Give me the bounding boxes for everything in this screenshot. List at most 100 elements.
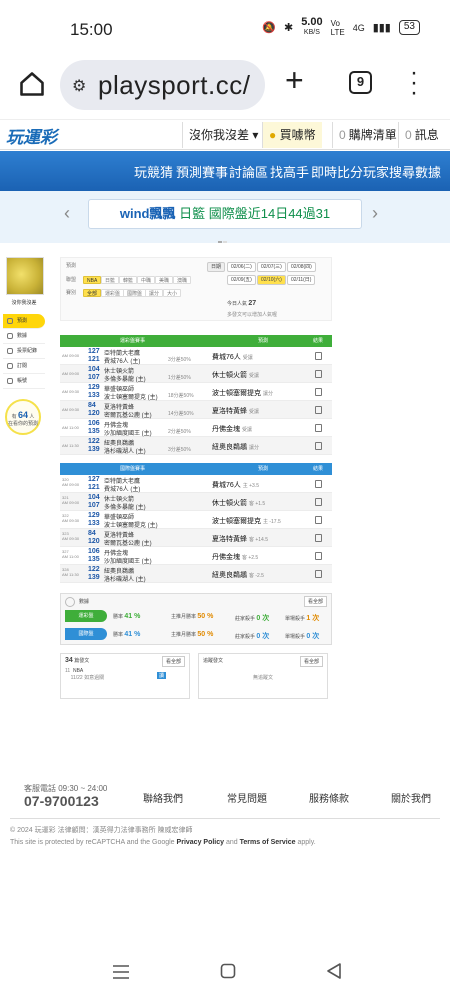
carousel-dots <box>218 231 232 262</box>
league-chip[interactable]: 日籃 <box>101 276 120 284</box>
prediction-pick[interactable]: 費城76人 受讓 <box>212 352 253 362</box>
tab-switcher-button[interactable]: 9 <box>349 71 372 94</box>
support-phone[interactable]: 07-9700123 <box>24 793 99 809</box>
chevron-right-icon[interactable]: › <box>372 203 378 224</box>
avatar[interactable] <box>6 257 44 295</box>
terms-link[interactable]: Terms of Service <box>240 839 296 846</box>
new-tab-icon[interactable]: + <box>285 64 304 96</box>
announcement-box[interactable]: wind飄飄 日籃 國際盤近14日44過31 <box>88 199 362 229</box>
result-icon[interactable] <box>315 570 322 578</box>
home-icon[interactable] <box>18 70 46 98</box>
sidebar-item-predict[interactable]: 預測 <box>3 314 45 329</box>
home-team: 多倫多暴龍 (主) <box>104 377 146 383</box>
team-number: 135 <box>88 428 100 435</box>
pick-side: 主 +3.5 <box>242 483 260 489</box>
prediction-pick[interactable]: 費城76人 主 +3.5 <box>212 480 259 490</box>
prediction-pick[interactable]: 夏洛特黃蜂 客 +14.5 <box>212 534 268 544</box>
date-chip[interactable]: 02/08(四) <box>287 262 316 272</box>
type-chip[interactable]: 運彩盤 <box>101 289 125 297</box>
date-chip[interactable]: 02/09(五) <box>227 275 256 285</box>
league-chip[interactable]: 澳職 <box>173 276 192 284</box>
menu-item[interactable]: 數據 <box>415 162 441 181</box>
result-icon[interactable] <box>315 552 322 560</box>
result-icon[interactable] <box>315 370 322 378</box>
date-chip[interactable]: 02/11(日) <box>287 275 316 285</box>
type-chip[interactable]: 大小 <box>163 289 182 297</box>
user-menu[interactable]: 沒你我沒差 ▾ <box>182 122 264 148</box>
result-icon[interactable] <box>315 388 322 396</box>
menu-dots-icon[interactable]: · · · <box>410 61 418 105</box>
menu-item[interactable]: 玩競猜 <box>134 162 173 181</box>
stats-more-button[interactable]: 看全部 <box>303 596 327 607</box>
team-number: 127 <box>88 476 100 483</box>
main-menu: 玩競猜 預測賽事 討論區 找高手 即時比分 玩家搜尋 數據 <box>0 151 450 191</box>
result-icon[interactable] <box>315 516 322 524</box>
prediction-pick[interactable]: 紐奧良鵜鶘 讓分 <box>212 442 259 452</box>
sidebar-item-vote[interactable]: 投票紀錄 <box>3 344 45 359</box>
prediction-pick[interactable]: 波士頓塞爾提克 主 -17.5 <box>212 516 281 526</box>
chevron-left-icon[interactable]: ‹ <box>64 203 70 224</box>
date-label: 日期 <box>207 262 226 272</box>
league-chip[interactable]: 韓籃 <box>119 276 138 284</box>
sidebar-item-account[interactable]: 帳號 <box>3 374 45 389</box>
footer-link-about[interactable]: 關於我們 <box>391 790 431 805</box>
game-time-text: AM 09:30 <box>62 536 80 541</box>
type-chip[interactable]: 全部 <box>83 289 102 297</box>
menu-item[interactable]: 討論區 <box>229 162 268 181</box>
game-row: 320 AM 09:00 127 121 亞特蘭大老鷹 費城76人 (主) 費城76人 主 … <box>60 475 332 493</box>
site-logo[interactable]: 玩運彩 <box>6 123 58 147</box>
footer-divider <box>10 818 440 819</box>
result-icon[interactable] <box>315 406 322 414</box>
back-icon[interactable] <box>326 963 342 979</box>
result-icon[interactable] <box>315 480 322 488</box>
prediction-pick[interactable]: 紐奧良鵜鶘 客 -2.5 <box>212 570 264 580</box>
footer-link-contact[interactable]: 聯絡我們 <box>143 790 183 805</box>
recents-icon[interactable] <box>112 964 130 980</box>
prediction-pick[interactable]: 丹佛金塊 客 +2.5 <box>212 552 258 562</box>
post-item[interactable]: 11 NBA 11/22 如意過關 讀 <box>65 668 185 682</box>
league-chip[interactable]: NBA <box>83 276 102 284</box>
sidebar-item-subscribe[interactable]: 訂閱 <box>3 359 45 374</box>
result-icon[interactable] <box>315 442 322 450</box>
result-icon[interactable] <box>315 534 322 542</box>
prediction-pick[interactable]: 休士頓火箭 客 +1.5 <box>212 498 265 508</box>
buy-coin-button[interactable]: ● 買噱幣 <box>262 122 322 148</box>
result-icon[interactable] <box>315 498 322 506</box>
prediction-pick[interactable]: 休士頓火箭 受讓 <box>212 370 259 380</box>
message-link[interactable]: 0 訊息 <box>398 122 445 148</box>
game-row: 328 AM 11:30 122 139 紐奧良鵜鶘 洛杉磯湖人 (主) 紐奧良鵜鶘 客 -… <box>60 565 332 583</box>
result-icon[interactable] <box>315 352 322 360</box>
site-settings-icon[interactable]: ⚙ <box>72 76 86 96</box>
menu-item[interactable]: 玩家搜尋 <box>363 162 415 181</box>
result-icon[interactable] <box>315 424 322 432</box>
footer-link-terms[interactable]: 服務條款 <box>309 790 349 805</box>
sidebar-item-data[interactable]: 數據 <box>3 329 45 344</box>
date-chip[interactable]: 02/06(二) <box>227 262 256 272</box>
follow-more-button[interactable]: 看全部 <box>299 656 323 667</box>
game-row: 327 AM 11:00 106 135 丹佛金塊 沙加緬度國王 (主) 丹佛金塊 客 +2… <box>60 547 332 565</box>
league-chip[interactable]: 中職 <box>137 276 156 284</box>
menu-item[interactable]: 找高手 <box>270 162 309 181</box>
menu-item[interactable]: 即時比分 <box>311 162 363 181</box>
section-header: 國際盤賽事 預測 結果 <box>60 463 332 475</box>
menu-item[interactable]: 預測賽事 <box>176 162 228 181</box>
type-chip[interactable]: 國際盤 <box>123 289 147 297</box>
prediction-pick[interactable]: 丹佛金塊 受讓 <box>212 424 252 434</box>
footer-link-faq[interactable]: 常見問題 <box>227 790 267 805</box>
address-bar[interactable]: ⚙ playsport.cc/ <box>60 60 265 110</box>
prediction-pick[interactable]: 波士頓塞爾提克 讓分 <box>212 388 273 398</box>
posts-more-button[interactable]: 看全部 <box>161 656 185 667</box>
url-text[interactable]: playsport.cc/ <box>98 70 250 101</box>
game-time: AM 11:30 <box>62 443 79 448</box>
team-number: 104 <box>88 494 100 501</box>
type-chip[interactable]: 讓分 <box>145 289 164 297</box>
privacy-link[interactable]: Privacy Policy <box>177 839 224 846</box>
date-chip-selected[interactable]: 02/10(六) <box>257 275 286 285</box>
team-number: 135 <box>88 556 100 563</box>
date-chip[interactable]: 02/07(三) <box>257 262 286 272</box>
league-chip[interactable]: 美職 <box>155 276 174 284</box>
cart-link[interactable]: 0 購牌清單 <box>332 122 403 148</box>
game-time-text: AM 11:00 <box>62 554 79 559</box>
prediction-pick[interactable]: 夏洛特黃蜂 受讓 <box>212 406 259 416</box>
home-nav-icon[interactable] <box>220 963 236 979</box>
